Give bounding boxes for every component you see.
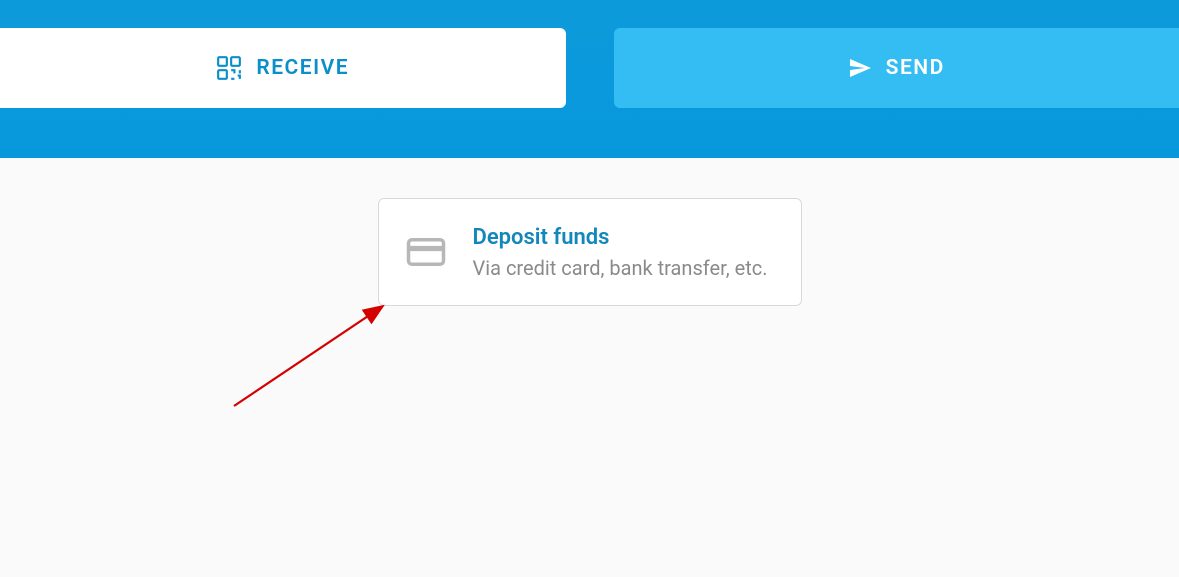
tabs-container: RECEIVE SEND — [0, 28, 1179, 108]
tab-send[interactable]: SEND — [614, 28, 1179, 108]
tab-receive[interactable]: RECEIVE — [0, 28, 566, 108]
qr-code-icon — [216, 55, 242, 81]
annotation-arrow — [228, 296, 408, 426]
deposit-card-text: Deposit funds Via credit card, bank tran… — [473, 225, 768, 280]
deposit-card-subtitle: Via credit card, bank transfer, etc. — [473, 256, 768, 280]
tab-receive-label: RECEIVE — [256, 56, 349, 80]
credit-card-icon — [405, 231, 447, 273]
send-icon — [848, 56, 872, 80]
content-area: Deposit funds Via credit card, bank tran… — [0, 158, 1179, 306]
tab-send-label: SEND — [886, 56, 945, 80]
deposit-funds-card[interactable]: Deposit funds Via credit card, bank tran… — [378, 198, 802, 306]
deposit-card-title: Deposit funds — [473, 225, 768, 250]
header-bar: RECEIVE SEND — [0, 0, 1179, 158]
